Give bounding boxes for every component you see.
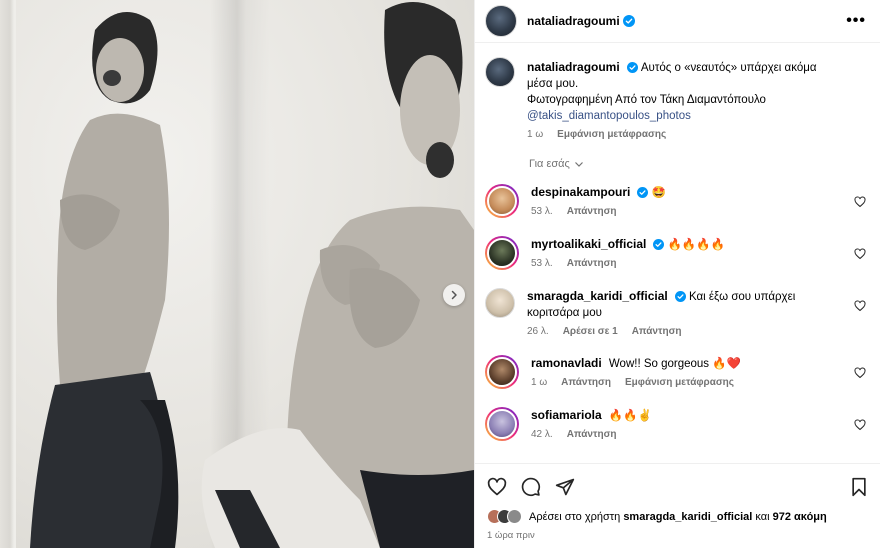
verified-badge-icon xyxy=(674,291,686,302)
comment-meta: 1 ω Απάντηση Εμφάνιση μετάφρασης xyxy=(531,377,834,388)
caption-text: nataliadragoumi Αυτός ο «νεαυτός» υπάρχε… xyxy=(527,57,834,124)
comment-body: myrtoalikaki_official 🔥🔥🔥🔥 53 λ. Απάντησ… xyxy=(531,236,868,270)
bookmark-icon[interactable] xyxy=(850,477,868,497)
story-ring[interactable] xyxy=(485,407,519,441)
comment-text: despinakampouri 🤩 xyxy=(531,184,834,201)
comment-text: myrtoalikaki_official 🔥🔥🔥🔥 xyxy=(531,236,834,253)
likes-prefix: Αρέσει στο χρήστη xyxy=(529,510,621,523)
comment-text: smaragda_karidi_official Και έξω σου υπά… xyxy=(527,288,834,321)
commenter-username[interactable]: despinakampouri xyxy=(531,185,630,199)
post-side-panel: nataliadragoumi ••• nataliadragoumi Αυτό… xyxy=(474,0,880,548)
comment-item: myrtoalikaki_official 🔥🔥🔥🔥 53 λ. Απάντησ… xyxy=(485,236,868,270)
caption-line-2: Φωτογραφημένη Από τον Τάκη Διαμαντόπουλο xyxy=(527,94,766,106)
comment-item: smaragda_karidi_official Και έξω σου υπά… xyxy=(485,288,868,337)
for-you-filter[interactable]: Για εσάς xyxy=(529,158,868,170)
comment-content: 🤩 xyxy=(651,187,666,199)
author-username[interactable]: nataliadragoumi xyxy=(527,14,620,28)
comment-body: sofiamariola 🔥🔥✌️ 42 λ. Απάντηση xyxy=(531,407,868,441)
comment-meta: 42 λ. Απάντηση xyxy=(531,429,834,440)
comment-item: sofiamariola 🔥🔥✌️ 42 λ. Απάντηση xyxy=(485,407,868,441)
commenter-username[interactable]: ramonavladi xyxy=(531,356,602,370)
verified-badge-icon xyxy=(637,187,649,198)
chevron-down-icon xyxy=(574,162,583,167)
instagram-post-modal: nataliadragoumi ••• nataliadragoumi Αυτό… xyxy=(0,0,880,548)
comment-body: ramonavladi Wow!! So gorgeous 🔥❤️ 1 ω Απ… xyxy=(531,355,868,389)
comment-content: Wow!! So gorgeous 🔥❤️ xyxy=(608,358,741,370)
post-footer: Αρέσει στο χρήστη smaragda_karidi_offici… xyxy=(475,463,880,548)
reply-button[interactable]: Απάντηση xyxy=(567,258,617,269)
comment-body: smaragda_karidi_official Και έξω σου υπά… xyxy=(527,288,868,337)
reply-button[interactable]: Απάντηση xyxy=(561,377,611,388)
comment-text: ramonavladi Wow!! So gorgeous 🔥❤️ xyxy=(531,355,834,372)
comment-translate-button[interactable]: Εμφάνιση μετάφρασης xyxy=(625,377,734,388)
comment-meta: 53 λ. Απάντηση xyxy=(531,258,834,269)
commenter-avatar xyxy=(487,357,517,387)
comment-item: despinakampouri 🤩 53 λ. Απάντηση xyxy=(485,184,868,218)
commenter-username[interactable]: sofiamariola xyxy=(531,408,602,422)
post-timestamp[interactable]: 1 ώρα πριν xyxy=(487,530,868,541)
story-ring[interactable] xyxy=(485,184,519,218)
story-ring[interactable] xyxy=(485,355,519,389)
story-ring[interactable] xyxy=(485,236,519,270)
photo-figures-illustration xyxy=(30,2,474,548)
heart-icon[interactable] xyxy=(854,196,866,208)
post-header: nataliadragoumi ••• xyxy=(475,0,880,43)
chevron-right-icon xyxy=(451,290,457,300)
likes-count-link[interactable]: 972 ακόμη xyxy=(773,511,827,523)
commenter-username[interactable]: smaragda_karidi_official xyxy=(527,289,668,303)
reply-button[interactable]: Απάντηση xyxy=(567,206,617,217)
comment-time[interactable]: 1 ω xyxy=(531,377,547,388)
verified-badge-icon xyxy=(653,239,665,250)
comment-meta: 26 λ. Αρέσει σε 1 Απάντηση xyxy=(527,326,834,337)
caption-time[interactable]: 1 ω xyxy=(527,129,543,140)
comment-likes-count[interactable]: Αρέσει σε 1 xyxy=(563,326,618,337)
more-options-button[interactable]: ••• xyxy=(846,12,866,30)
caption-meta: 1 ω Εμφάνιση μετάφρασης xyxy=(527,129,834,140)
heart-icon[interactable] xyxy=(854,367,866,379)
comment-content: 🔥🔥🔥🔥 xyxy=(667,239,725,251)
comments-section: nataliadragoumi Αυτός ο «νεαυτός» υπάρχε… xyxy=(475,43,880,463)
share-icon[interactable] xyxy=(555,477,575,497)
comment-text: sofiamariola 🔥🔥✌️ xyxy=(531,407,834,424)
heart-icon[interactable] xyxy=(854,300,866,312)
commenter-avatar xyxy=(487,238,517,268)
reply-button[interactable]: Απάντηση xyxy=(567,429,617,440)
comment-meta: 53 λ. Απάντηση xyxy=(531,206,834,217)
commenter-avatar xyxy=(487,409,517,439)
post-photo[interactable] xyxy=(0,0,474,548)
next-photo-button[interactable] xyxy=(443,284,465,306)
author-avatar[interactable] xyxy=(485,5,517,37)
likes-text: Αρέσει στο χρήστη smaragda_karidi_offici… xyxy=(529,511,827,523)
comment-time[interactable]: 53 λ. xyxy=(531,258,553,269)
commenter-avatar[interactable] xyxy=(485,288,515,318)
commenter-username[interactable]: myrtoalikaki_official xyxy=(531,237,646,251)
comment-time[interactable]: 42 λ. xyxy=(531,429,553,440)
heart-icon[interactable] xyxy=(854,248,866,260)
comment-icon[interactable] xyxy=(521,477,541,497)
caption: nataliadragoumi Αυτός ο «νεαυτός» υπάρχε… xyxy=(485,57,868,140)
liker-avatar xyxy=(507,509,522,524)
commenter-avatar xyxy=(487,186,517,216)
comment-content: 🔥🔥✌️ xyxy=(608,410,652,422)
verified-badge-icon xyxy=(626,62,638,73)
heart-icon[interactable] xyxy=(854,419,866,431)
caption-username[interactable]: nataliadragoumi xyxy=(527,60,620,74)
comment-item: ramonavladi Wow!! So gorgeous 🔥❤️ 1 ω Απ… xyxy=(485,355,868,389)
likes-user-link[interactable]: smaragda_karidi_official xyxy=(623,511,752,523)
comment-time[interactable]: 26 λ. xyxy=(527,326,549,337)
comment-body: despinakampouri 🤩 53 λ. Απάντηση xyxy=(531,184,868,218)
for-you-label: Για εσάς xyxy=(529,158,570,170)
caption-translate-button[interactable]: Εμφάνιση μετάφρασης xyxy=(557,129,666,140)
comment-time[interactable]: 53 λ. xyxy=(531,206,553,217)
caption-body: nataliadragoumi Αυτός ο «νεαυτός» υπάρχε… xyxy=(527,57,868,140)
action-bar xyxy=(487,474,868,500)
caption-avatar[interactable] xyxy=(485,57,515,87)
verified-badge-icon xyxy=(622,15,635,27)
caption-mention-link[interactable]: @takis_diamantopoulos_photos xyxy=(527,110,691,122)
heart-icon[interactable] xyxy=(487,477,507,497)
reply-button[interactable]: Απάντηση xyxy=(632,326,682,337)
likes-and: και xyxy=(755,510,770,523)
likes-summary: Αρέσει στο χρήστη smaragda_karidi_offici… xyxy=(487,509,868,524)
